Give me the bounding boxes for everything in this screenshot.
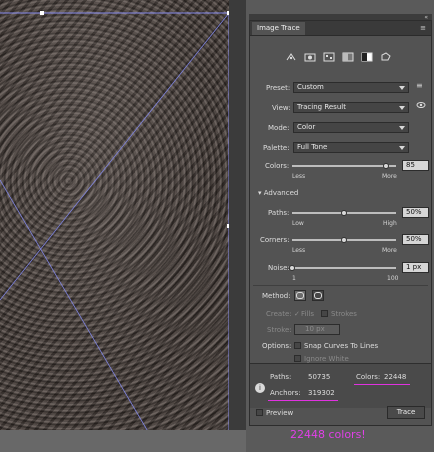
chevron-down-icon (399, 106, 405, 110)
options-label: Options: (262, 342, 292, 350)
panel-menu-icon[interactable]: ≡ (420, 24, 426, 32)
mode-dropdown[interactable]: Color (293, 122, 409, 133)
mode-value: Color (297, 123, 316, 131)
disclosure-triangle-icon: ▾ (258, 189, 262, 197)
paths-slider-thumb[interactable] (341, 210, 347, 216)
colors-label: Colors: (265, 162, 290, 170)
advanced-label: Advanced (263, 189, 299, 197)
canvas-margin (229, 0, 246, 452)
colors-max-label: More (382, 173, 397, 180)
fills-label: Fills (301, 310, 314, 318)
view-label: View: (272, 104, 291, 112)
chevron-down-icon (399, 86, 405, 90)
chevron-down-icon (399, 126, 405, 130)
chevron-down-icon (399, 146, 405, 150)
preset-menu-icon[interactable]: ≡ (416, 81, 423, 90)
view-dropdown[interactable]: Tracing Result (293, 102, 409, 113)
black-white-icon[interactable] (360, 51, 374, 63)
mode-label: Mode: (268, 124, 290, 132)
corners-slider-thumb[interactable] (341, 237, 347, 243)
method-overlapping-button[interactable] (312, 290, 324, 301)
divider (253, 285, 428, 286)
grayscale-icon[interactable] (341, 51, 355, 63)
artboard-canvas[interactable] (0, 0, 246, 452)
anchors-stat-value: 319302 (308, 389, 335, 397)
view-value: Tracing Result (297, 103, 346, 111)
corners-max-label: More (382, 247, 397, 254)
selection-overlay (0, 11, 231, 452)
snap-curves-label: Snap Curves To Lines (304, 342, 379, 350)
paths-stat-value: 50735 (308, 373, 331, 381)
low-color-icon[interactable] (322, 51, 336, 63)
selection-handle[interactable] (40, 11, 44, 15)
stroke-field[interactable]: 10 px (294, 324, 340, 335)
auto-color-icon[interactable] (284, 51, 298, 63)
preview-checkbox[interactable] (256, 409, 263, 416)
info-icon: i (255, 383, 265, 393)
noise-max-label: 100 (387, 275, 399, 282)
palette-value: Full Tone (297, 143, 328, 151)
trace-button[interactable]: Trace (387, 406, 425, 419)
highlight-underline (268, 400, 338, 401)
noise-min-label: 1 (292, 275, 296, 282)
colors-stat-label: Colors: (356, 373, 381, 381)
noise-field[interactable]: 1 px (402, 262, 429, 273)
strokes-checkbox[interactable] (321, 310, 328, 317)
paths-max-label: High (383, 220, 397, 227)
strokes-label: Strokes (331, 310, 357, 318)
noise-label: Noise: (268, 264, 290, 272)
panel-tabbar: Image Trace ≡ (250, 21, 431, 36)
colors-field[interactable]: 85 (402, 160, 429, 171)
preview-label: Preview (266, 409, 294, 417)
colors-slider-track[interactable] (292, 165, 396, 167)
paths-min-label: Low (292, 220, 304, 227)
corners-label: Corners: (260, 236, 290, 244)
snap-curves-checkbox[interactable] (294, 342, 301, 349)
caption-text: 22448 colors! (290, 428, 366, 441)
preset-dropdown[interactable]: Custom (293, 82, 409, 93)
fills-check-icon: ✓ (294, 310, 300, 318)
canvas-background (0, 430, 246, 452)
colors-slider-thumb[interactable] (382, 163, 389, 169)
noise-slider-track[interactable] (292, 267, 396, 269)
highlight-underline (354, 384, 410, 385)
high-color-icon[interactable] (303, 51, 317, 63)
palette-dropdown[interactable]: Full Tone (293, 142, 409, 153)
preset-icon-row (284, 51, 393, 63)
create-label: Create: (266, 310, 292, 318)
ignore-white-label: Ignore White (304, 355, 349, 363)
colors-stat-value: 22448 (384, 373, 407, 381)
eye-icon[interactable] (416, 101, 426, 111)
paths-stat-label: Paths: (270, 373, 292, 381)
advanced-toggle[interactable]: ▾ Advanced (258, 189, 298, 197)
palette-label: Palette: (263, 144, 290, 152)
trace-stats-box: i Paths: 50735 Colors: 22448 Anchors: 31… (250, 363, 431, 408)
preset-label: Preset: (266, 84, 291, 92)
method-label: Method: (262, 292, 291, 300)
anchors-stat-label: Anchors: (270, 389, 301, 397)
corners-min-label: Less (292, 247, 306, 254)
method-abutting-button[interactable] (294, 290, 306, 301)
colors-min-label: Less (292, 173, 306, 180)
tab-image-trace[interactable]: Image Trace (252, 22, 305, 35)
image-trace-panel: Image Trace ≡ Preset: Custom ≡ View: Tra… (249, 20, 432, 426)
stroke-label: Stroke: (267, 326, 292, 334)
preset-value: Custom (297, 83, 324, 91)
paths-field[interactable]: 50% (402, 207, 429, 218)
ignore-white-checkbox[interactable] (294, 355, 301, 362)
outline-icon[interactable] (379, 51, 393, 63)
paths-label: Paths: (268, 209, 290, 217)
noise-slider-thumb[interactable] (289, 265, 295, 271)
corners-field[interactable]: 50% (402, 234, 429, 245)
